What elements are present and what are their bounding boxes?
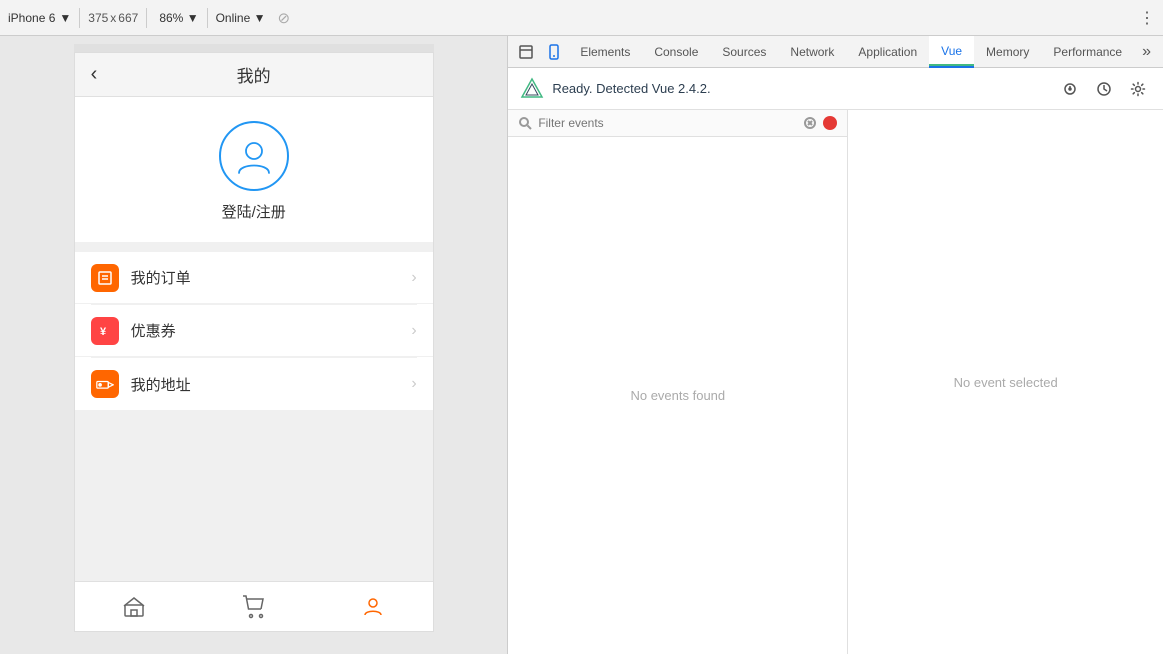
menu-item-coupons[interactable]: ¥ 优惠券 › (75, 305, 433, 357)
vue-header: Ready. Detected Vue 2.4.2. (508, 68, 1163, 110)
search-icon (518, 116, 532, 130)
menu-list: 我的订单 › ¥ 优惠券 › (75, 252, 433, 410)
back-button[interactable]: ‹ (91, 63, 98, 86)
tab-memory[interactable]: Memory (974, 36, 1041, 68)
tab-home[interactable] (75, 582, 194, 631)
app-tabbar (75, 581, 433, 631)
zoom-selector[interactable]: 86% ▼ (159, 11, 198, 25)
orders-label: 我的订单 (131, 267, 412, 288)
tab-profile[interactable] (313, 582, 432, 631)
address-label: 我的地址 (131, 374, 412, 395)
browser-viewport: ‹ 我的 登陆/注册 (0, 36, 507, 654)
avatar[interactable] (219, 121, 289, 191)
tab-performance[interactable]: Performance (1041, 36, 1134, 68)
device-selector[interactable]: iPhone 6 ▼ (8, 11, 71, 25)
filter-input[interactable] (538, 116, 797, 130)
login-register-text[interactable]: 登陆/注册 (222, 201, 286, 222)
events-filter-bar (508, 110, 847, 137)
orders-chevron: › (411, 269, 416, 287)
event-detail-panel: No event selected (848, 110, 1163, 654)
orders-icon (91, 264, 119, 292)
profile-section: 登陆/注册 (75, 97, 433, 242)
menu-item-orders[interactable]: 我的订单 › (75, 252, 433, 304)
vue-settings-button[interactable] (1125, 76, 1151, 102)
coupons-icon: ¥ (91, 317, 119, 345)
vue-history-button[interactable] (1091, 76, 1117, 102)
tab-console[interactable]: Console (642, 36, 710, 68)
device-mode-button[interactable] (540, 38, 568, 66)
menu-item-address[interactable]: 我的地址 › (75, 358, 433, 410)
tabs-overflow-button[interactable]: » (1134, 43, 1159, 61)
filter-clear-button[interactable] (803, 116, 817, 130)
avatar-icon (233, 135, 275, 177)
throttle-icon[interactable]: ⊘ (278, 9, 291, 27)
main-area: ‹ 我的 登陆/注册 (0, 36, 1163, 654)
vue-devtools-content: No events found No event selected (508, 110, 1163, 654)
viewport-dimensions: 375 x 667 (88, 11, 138, 25)
network-selector[interactable]: Online ▼ (216, 11, 266, 25)
device-arrow: ▼ (59, 11, 71, 25)
app-content: 登陆/注册 我的订单 › (75, 97, 433, 581)
tab-elements[interactable]: Elements (568, 36, 642, 68)
app-header: ‹ 我的 (75, 53, 433, 97)
profile-icon (361, 595, 385, 619)
tab-application[interactable]: Application (846, 36, 929, 68)
devtools-panel: Elements Console Sources Network Applica… (507, 36, 1163, 654)
vue-detected-message: Ready. Detected Vue 2.4.2. (552, 81, 1049, 96)
inspect-button[interactable] (512, 38, 540, 66)
vue-inspect-button[interactable] (1057, 76, 1083, 102)
tab-cart[interactable] (194, 582, 313, 631)
events-empty-message: No events found (508, 137, 847, 654)
tab-sources[interactable]: Sources (710, 36, 778, 68)
tab-vue[interactable]: Vue (929, 36, 974, 68)
vue-logo (520, 77, 544, 101)
no-event-selected-text: No event selected (954, 375, 1058, 390)
home-icon (122, 595, 146, 619)
address-icon (91, 370, 119, 398)
record-button[interactable] (823, 116, 837, 130)
vue-devtools-inner: Ready. Detected Vue 2.4.2. (508, 68, 1163, 654)
address-chevron: › (411, 375, 416, 393)
devtools-tabs: Elements Console Sources Network Applica… (508, 36, 1163, 68)
vue-header-actions (1057, 76, 1151, 102)
coupons-label: 优惠券 (131, 320, 412, 341)
top-ruler (74, 44, 434, 52)
coupons-chevron: › (411, 322, 416, 340)
tab-network[interactable]: Network (778, 36, 846, 68)
page-title: 我的 (237, 62, 271, 87)
topbar-more-button[interactable]: ⋮ (1139, 8, 1155, 28)
cart-icon (242, 595, 266, 619)
events-panel: No events found (508, 110, 848, 654)
mobile-frame: ‹ 我的 登陆/注册 (74, 52, 434, 632)
svg-text:¥: ¥ (100, 326, 107, 338)
device-name: iPhone 6 (8, 11, 55, 25)
devtools-topbar: iPhone 6 ▼ 375 x 667 86% ▼ Online ▼ ⊘ ⋮ (0, 0, 1163, 36)
